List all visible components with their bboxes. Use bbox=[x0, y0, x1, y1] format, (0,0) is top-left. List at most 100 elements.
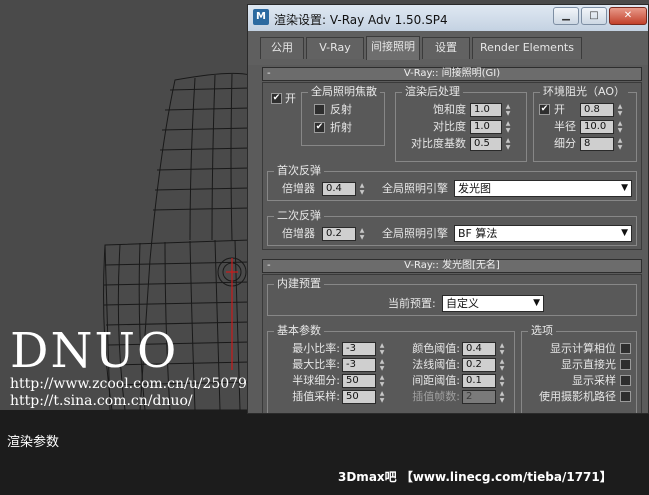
tab-common[interactable]: 公用 bbox=[260, 37, 304, 59]
saturation-label: 饱和度 bbox=[433, 103, 466, 116]
primary-engine-dropdown[interactable]: 发光图 ▼ bbox=[454, 180, 632, 197]
secondary-engine-value: BF 算法 bbox=[458, 227, 498, 240]
saturation-spinner[interactable]: 1.0 ▲ ▼ bbox=[470, 103, 514, 117]
spinner-arrows-icon[interactable]: ▲ ▼ bbox=[616, 120, 624, 134]
gi-rollout-header[interactable]: - V-Ray:: 间接照明(GI) bbox=[262, 67, 642, 81]
current-preset-value: 自定义 bbox=[446, 297, 479, 310]
max-rate-value[interactable]: -3 bbox=[342, 358, 376, 372]
interp-samples-value[interactable]: 50 bbox=[342, 390, 376, 404]
min-rate-value[interactable]: -3 bbox=[342, 342, 376, 356]
spinner-arrows-icon[interactable]: ▲ ▼ bbox=[504, 103, 512, 117]
spinner-arrows-icon[interactable]: ▲ ▼ bbox=[616, 137, 624, 151]
hsph-subdivs-value[interactable]: 50 bbox=[342, 374, 376, 388]
interp-frames-spinner[interactable]: 2 ▲ ▼ bbox=[462, 390, 510, 404]
refract-label: 折射 bbox=[330, 121, 352, 134]
spinner-arrows-icon[interactable]: ▲ ▼ bbox=[358, 227, 366, 241]
color-threshold-value[interactable]: 0.4 bbox=[462, 342, 496, 356]
maximize-button[interactable]: □ bbox=[581, 7, 607, 25]
primary-multiplier-spinner[interactable]: 0.4 ▲ ▼ bbox=[322, 182, 368, 196]
normal-threshold-value[interactable]: 0.2 bbox=[462, 358, 496, 372]
interp-frames-value[interactable]: 2 bbox=[462, 390, 496, 404]
show-direct-light-checkbox[interactable] bbox=[620, 359, 631, 370]
options-title: 选项 bbox=[528, 324, 556, 338]
saturation-value[interactable]: 1.0 bbox=[470, 103, 502, 117]
secondary-engine-label: 全局照明引擎 bbox=[382, 227, 448, 240]
interp-samples-spinner[interactable]: 50 ▲ ▼ bbox=[342, 390, 388, 404]
dropdown-arrow-icon: ▼ bbox=[621, 183, 628, 193]
distance-threshold-spinner[interactable]: 0.1 ▲ ▼ bbox=[462, 374, 510, 388]
color-threshold-spinner[interactable]: 0.4 ▲ ▼ bbox=[462, 342, 510, 356]
tab-render-elements[interactable]: Render Elements bbox=[472, 37, 582, 59]
primary-bounce-title: 首次反弹 bbox=[274, 164, 324, 178]
close-button[interactable]: ✕ bbox=[609, 7, 647, 25]
spinner-arrows-icon[interactable]: ▲ ▼ bbox=[498, 358, 506, 372]
current-preset-dropdown[interactable]: 自定义 ▼ bbox=[442, 295, 544, 312]
hsph-subdivs-spinner[interactable]: 50 ▲ ▼ bbox=[342, 374, 388, 388]
spinner-arrows-icon[interactable]: ▲ ▼ bbox=[498, 342, 506, 356]
watermark-brand: DNUO bbox=[10, 323, 179, 379]
contrast-value[interactable]: 1.0 bbox=[470, 120, 502, 134]
spinner-arrows-icon[interactable]: ▲ ▼ bbox=[378, 374, 386, 388]
tab-indirect-illumination[interactable]: 间接照明 bbox=[366, 36, 420, 60]
gi-on-checkbox[interactable]: ✔ bbox=[271, 93, 282, 104]
contrast-spinner[interactable]: 1.0 ▲ ▼ bbox=[470, 120, 514, 134]
post-processing-title: 渲染后处理 bbox=[402, 85, 463, 99]
use-camera-path-checkbox[interactable] bbox=[620, 391, 631, 402]
distance-threshold-label: 间距阈值: bbox=[412, 374, 460, 387]
spinner-arrows-icon[interactable]: ▲ ▼ bbox=[378, 342, 386, 356]
show-direct-light-label: 显示直接光 bbox=[561, 358, 616, 371]
reflect-label: 反射 bbox=[330, 103, 352, 116]
secondary-engine-dropdown[interactable]: BF 算法 ▼ bbox=[454, 225, 632, 242]
secondary-bounce-group: 二次反弹 倍增器 0.2 ▲ ▼ 全局照明引擎 BF 算法 ▼ bbox=[267, 209, 637, 246]
min-rate-spinner[interactable]: -3 ▲ ▼ bbox=[342, 342, 388, 356]
show-calc-phase-checkbox[interactable] bbox=[620, 343, 631, 354]
secondary-multiplier-value[interactable]: 0.2 bbox=[322, 227, 356, 241]
spinner-arrows-icon[interactable]: ▲ ▼ bbox=[504, 137, 512, 151]
tab-settings[interactable]: 设置 bbox=[422, 37, 470, 59]
minimize-icon: ▁ bbox=[562, 10, 570, 21]
watermark-url-sina: http://t.sina.com.cn/dnuo/ bbox=[10, 393, 193, 409]
secondary-bounce-title: 二次反弹 bbox=[274, 209, 324, 223]
contrast-base-spinner[interactable]: 0.5 ▲ ▼ bbox=[470, 137, 514, 151]
reflect-caustics-checkbox[interactable] bbox=[314, 104, 325, 115]
distance-threshold-value[interactable]: 0.1 bbox=[462, 374, 496, 388]
spinner-arrows-icon[interactable]: ▲ ▼ bbox=[616, 103, 624, 117]
ao-radius-spinner[interactable]: 10.0 ▲ ▼ bbox=[580, 120, 626, 134]
show-samples-label: 显示采样 bbox=[572, 374, 616, 387]
spinner-arrows-icon[interactable]: ▲ ▼ bbox=[378, 358, 386, 372]
watermark-url-zcool: http://www.zcool.com.cn/u/250796/ bbox=[10, 376, 261, 392]
irradiance-rollout-header[interactable]: - V-Ray:: 发光图[无名] bbox=[262, 259, 642, 273]
spinner-arrows-icon[interactable]: ▲ ▼ bbox=[498, 390, 506, 404]
primary-multiplier-value[interactable]: 0.4 bbox=[322, 182, 356, 196]
contrast-base-value[interactable]: 0.5 bbox=[470, 137, 502, 151]
spinner-arrows-icon[interactable]: ▲ ▼ bbox=[498, 374, 506, 388]
minimize-button[interactable]: ▁ bbox=[553, 7, 579, 25]
title-bar[interactable]: M 渲染设置: V-Ray Adv 1.50.SP4 ▁ □ ✕ bbox=[248, 5, 648, 31]
ao-subdivs-spinner[interactable]: 8 ▲ ▼ bbox=[580, 137, 626, 151]
secondary-multiplier-spinner[interactable]: 0.2 ▲ ▼ bbox=[322, 227, 368, 241]
ambient-occlusion-group: 环境阻光（AO） ✔ 开 0.8 ▲ ▼ 半径 10.0 ▲ ▼ 细分 8 ▲ ▼ bbox=[533, 85, 637, 162]
ao-amount-value[interactable]: 0.8 bbox=[580, 103, 614, 117]
ao-amount-spinner[interactable]: 0.8 ▲ ▼ bbox=[580, 103, 626, 117]
spinner-arrows-icon[interactable]: ▲ ▼ bbox=[358, 182, 366, 196]
color-threshold-label: 颜色阈值: bbox=[412, 342, 460, 355]
current-preset-label: 当前预置: bbox=[388, 297, 436, 310]
max-rate-spinner[interactable]: -3 ▲ ▼ bbox=[342, 358, 388, 372]
spinner-arrows-icon[interactable]: ▲ ▼ bbox=[378, 390, 386, 404]
ao-radius-value[interactable]: 10.0 bbox=[580, 120, 614, 134]
dropdown-arrow-icon: ▼ bbox=[533, 298, 540, 308]
refract-caustics-checkbox[interactable]: ✔ bbox=[314, 122, 325, 133]
ao-subdivs-value[interactable]: 8 bbox=[580, 137, 614, 151]
normal-threshold-spinner[interactable]: 0.2 ▲ ▼ bbox=[462, 358, 510, 372]
spinner-arrows-icon[interactable]: ▲ ▼ bbox=[504, 120, 512, 134]
ao-on-checkbox[interactable]: ✔ bbox=[539, 104, 550, 115]
show-samples-checkbox[interactable] bbox=[620, 375, 631, 386]
3ds-max-icon: M bbox=[253, 9, 269, 25]
options-group: 选项 显示计算相位 显示直接光 显示采样 使用摄影机路径 bbox=[521, 324, 637, 413]
caption-text: 渲染参数 bbox=[7, 435, 60, 450]
tab-vray[interactable]: V-Ray bbox=[306, 37, 364, 59]
caustics-group: 全局照明焦散 反射 ✔ 折射 bbox=[301, 85, 385, 146]
collapse-icon: - bbox=[267, 260, 271, 271]
basic-parameters-group: 基本参数 最小比率: -3 ▲ ▼ 最大比率: -3 ▲ ▼ 半球细分: 50 ▲ ▼ 插值… bbox=[267, 324, 515, 413]
hsph-subdivs-label: 半球细分: bbox=[292, 374, 340, 387]
